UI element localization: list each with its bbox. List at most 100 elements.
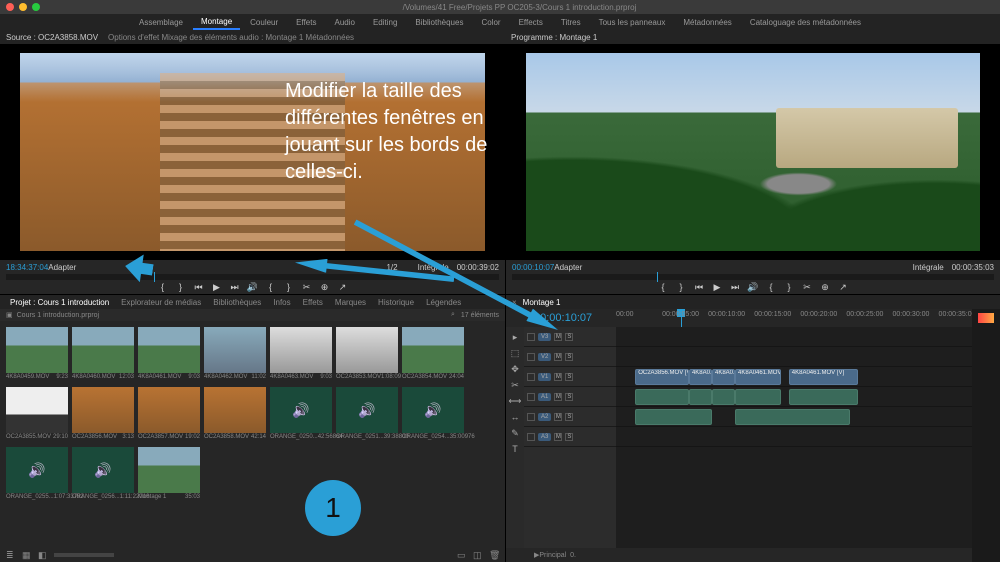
timeline-tool[interactable]: ⟷ xyxy=(509,395,521,407)
transport-button[interactable]: ↗ xyxy=(838,282,848,292)
track-header-A3[interactable]: A3MS xyxy=(524,427,616,447)
transport-button[interactable]: { xyxy=(266,282,276,292)
transport-button[interactable]: ✂ xyxy=(302,282,312,292)
transport-button[interactable]: ⏮ xyxy=(194,282,204,292)
clip-segment[interactable]: 4K8A0... xyxy=(712,369,735,385)
transport-button[interactable]: ↗ xyxy=(338,282,348,292)
clip-segment[interactable]: 4K8A0461.MOV [V] xyxy=(789,369,858,385)
transport-button[interactable]: ▶ xyxy=(212,282,222,292)
zoom-slider[interactable] xyxy=(54,553,114,557)
workspace-tab-montage[interactable]: Montage xyxy=(193,15,240,30)
solo-toggle[interactable]: S xyxy=(565,333,573,341)
clip-segment[interactable] xyxy=(712,389,735,405)
mute-toggle[interactable]: M xyxy=(554,433,562,441)
clip-item[interactable]: ORANGE_0250...42:56864 xyxy=(270,387,332,443)
clip-item[interactable]: OC2A3858.MOV42:14 xyxy=(204,387,266,443)
track-header-V3[interactable]: V3MS xyxy=(524,327,616,347)
project-tab[interactable]: Effets xyxy=(299,297,327,308)
list-view-icon[interactable]: ≣ xyxy=(6,550,16,560)
maximize-icon[interactable] xyxy=(32,3,40,11)
transport-button[interactable]: ▶ xyxy=(712,282,722,292)
transport-button[interactable]: ⏭ xyxy=(230,282,240,292)
solo-toggle[interactable]: S xyxy=(565,373,573,381)
transport-button[interactable]: 🔊 xyxy=(248,282,258,292)
clip-segment[interactable] xyxy=(635,409,712,425)
track-toggle[interactable] xyxy=(527,373,535,381)
track-toggle[interactable] xyxy=(527,353,535,361)
track-row[interactable] xyxy=(616,407,1000,427)
transport-button[interactable]: } xyxy=(784,282,794,292)
transport-button[interactable]: ✂ xyxy=(802,282,812,292)
minimize-icon[interactable] xyxy=(19,3,27,11)
transport-button[interactable]: ⊕ xyxy=(320,282,330,292)
program-header[interactable]: Programme : Montage 1 xyxy=(511,33,597,42)
track-toggle[interactable] xyxy=(527,433,535,441)
workspace-tab-editing[interactable]: Editing xyxy=(365,16,405,29)
clip-segment[interactable] xyxy=(735,389,781,405)
solo-toggle[interactable]: S xyxy=(565,393,573,401)
project-tab[interactable]: Légendes xyxy=(422,297,465,308)
track-row[interactable]: OC2A3856.MOV [V]4K8A0...4K8A0...4K8A0461… xyxy=(616,367,1000,387)
new-bin-icon[interactable]: ▭ xyxy=(457,550,467,560)
track-header-V1[interactable]: V1MS xyxy=(524,367,616,387)
clip-item[interactable]: OC2A3853.MOV1:08:09 xyxy=(336,327,398,383)
mute-toggle[interactable]: M xyxy=(554,333,562,341)
transport-button[interactable]: { xyxy=(658,282,668,292)
clip-item[interactable]: OC2A3854.MOV24:04 xyxy=(402,327,464,383)
track-toggle[interactable] xyxy=(527,333,535,341)
transport-button[interactable]: } xyxy=(176,282,186,292)
clip-item[interactable]: 4K8A0459.MOV9:23 xyxy=(6,327,68,383)
workspace-tab-tous les panneaux[interactable]: Tous les panneaux xyxy=(591,16,674,29)
track-row[interactable] xyxy=(616,327,1000,347)
clip-item[interactable]: OC2A3855.MOV29:10 xyxy=(6,387,68,443)
timeline-tool[interactable]: ▸ xyxy=(509,331,521,343)
source-header[interactable]: Source : OC2A3858.MOV xyxy=(6,33,98,42)
project-tab[interactable]: Bibliothèques xyxy=(209,297,265,308)
workspace-tab-couleur[interactable]: Couleur xyxy=(242,16,286,29)
timeline-tool[interactable]: T xyxy=(509,443,521,455)
trash-icon[interactable]: 🗑 xyxy=(489,550,499,560)
program-fit-dropdown[interactable]: Adapter xyxy=(554,263,582,272)
transport-button[interactable]: ⏮ xyxy=(694,282,704,292)
program-viewport[interactable] xyxy=(506,44,1000,260)
project-tab[interactable]: Marques xyxy=(331,297,370,308)
project-tab[interactable]: Historique xyxy=(374,297,418,308)
workspace-tab-color[interactable]: Color xyxy=(473,16,508,29)
project-tab[interactable]: Infos xyxy=(269,297,294,308)
mute-toggle[interactable]: M xyxy=(554,393,562,401)
workspace-tab-titres[interactable]: Titres xyxy=(553,16,589,29)
workspace-tab-métadonnées[interactable]: Métadonnées xyxy=(675,16,739,29)
workspace-tab-assemblage[interactable]: Assemblage xyxy=(131,16,191,29)
clip-segment[interactable] xyxy=(735,409,850,425)
freeform-view-icon[interactable]: ◧ xyxy=(38,550,48,560)
timeline-tool[interactable]: ✂ xyxy=(509,379,521,391)
transport-button[interactable]: } xyxy=(284,282,294,292)
transport-button[interactable]: } xyxy=(676,282,686,292)
timeline-tool[interactable]: ⬚ xyxy=(509,347,521,359)
timeline-tool[interactable]: ✎ xyxy=(509,427,521,439)
clip-item[interactable]: 4K8A0460.MOV12:03 xyxy=(72,327,134,383)
clip-item[interactable]: 4K8A0462.MOV11:02 xyxy=(204,327,266,383)
clip-segment[interactable]: 4K8A0... xyxy=(689,369,712,385)
track-row[interactable] xyxy=(616,427,1000,447)
transport-button[interactable]: ⏭ xyxy=(730,282,740,292)
workspace-tab-effects[interactable]: Effects xyxy=(511,16,551,29)
workspace-tab-cataloguage des métadonnées[interactable]: Cataloguage des métadonnées xyxy=(742,16,869,29)
workspace-tab-audio[interactable]: Audio xyxy=(326,16,362,29)
clip-item[interactable]: OC2A3857.MOV19:02 xyxy=(138,387,200,443)
clip-item[interactable]: ORANGE_0251...39:38800 xyxy=(336,387,398,443)
clip-segment[interactable]: 4K8A0461.MOV [V] xyxy=(735,369,781,385)
track-header-A1[interactable]: A1MS xyxy=(524,387,616,407)
track-toggle[interactable] xyxy=(527,393,535,401)
clip-segment[interactable] xyxy=(635,389,689,405)
clip-segment[interactable] xyxy=(789,389,858,405)
timeline-ruler[interactable]: 00:0000:00:05:0000:00:10:0000:00:15:0000… xyxy=(616,309,1000,327)
transport-button[interactable]: 🔊 xyxy=(748,282,758,292)
clip-item[interactable]: ORANGE_0254...35:00976 xyxy=(402,387,464,443)
mute-toggle[interactable]: M xyxy=(554,373,562,381)
clip-item[interactable]: Montage 135:03 xyxy=(138,447,200,503)
transport-button[interactable]: ⊕ xyxy=(820,282,830,292)
track-row[interactable] xyxy=(616,387,1000,407)
solo-toggle[interactable]: S xyxy=(565,413,573,421)
track-header-A2[interactable]: A2MS xyxy=(524,407,616,427)
